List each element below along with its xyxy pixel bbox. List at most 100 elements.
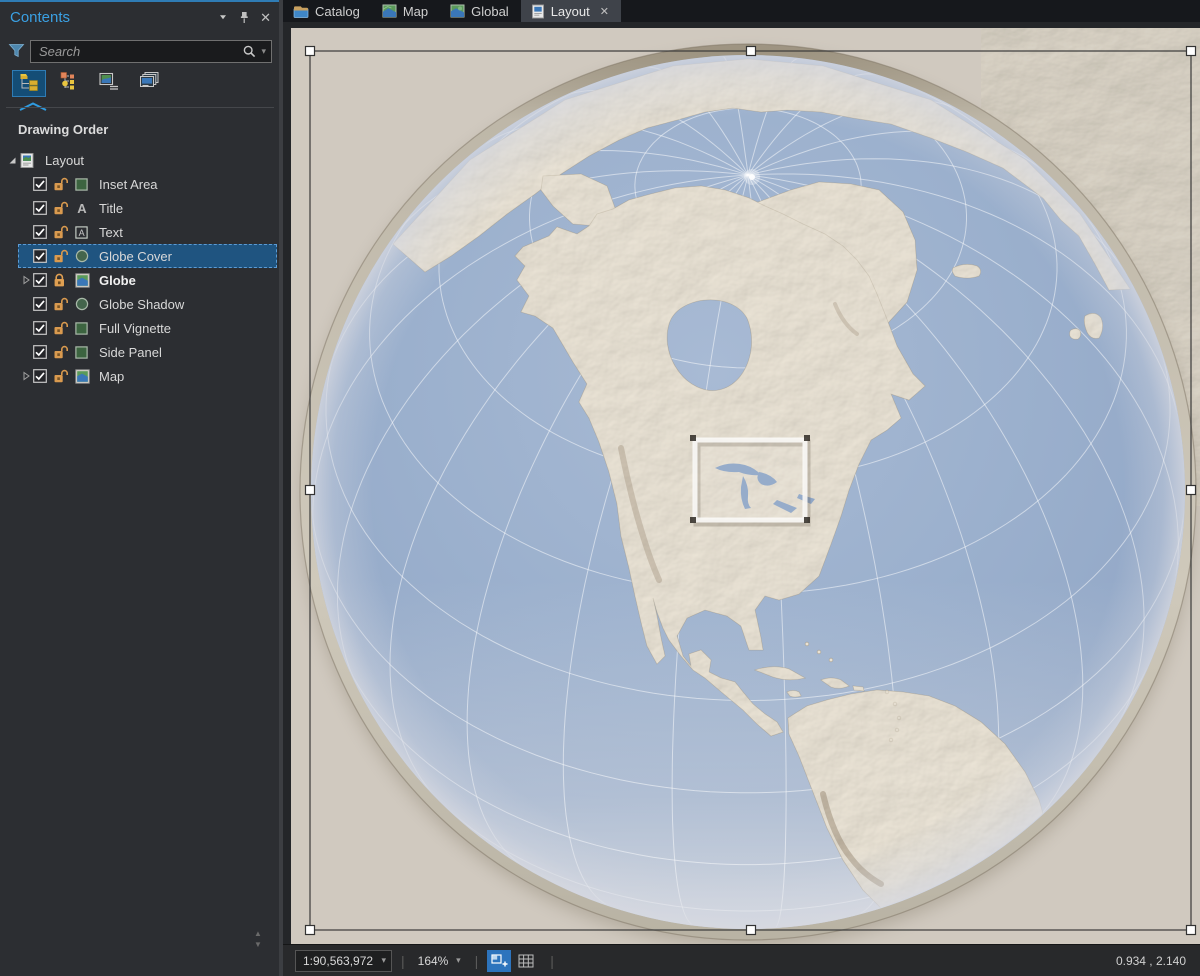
selection-handle[interactable] [745,45,757,57]
filter-icon[interactable] [8,43,25,64]
selection-handle[interactable] [304,924,316,936]
symbol-square-icon[interactable] [75,321,95,335]
zoom-level-value: 164% [417,953,449,968]
search-row: Search ▾ [0,38,279,66]
inset-area-frame[interactable] [690,435,811,527]
selection-handle[interactable] [304,45,316,57]
panel-title: Contents [10,8,71,26]
list-by-element-type-button[interactable] [52,70,86,97]
layer-label: Globe [99,272,136,288]
list-by-map-view-icon [98,71,120,96]
tab-catalog[interactable]: Catalog [283,0,372,22]
lock-open-icon[interactable] [53,345,75,360]
selection-handle[interactable] [745,924,757,936]
selection-handle[interactable] [304,484,316,496]
layer-label: Globe Shadow [99,296,185,312]
visibility-checkbox[interactable] [33,177,53,191]
tab-map[interactable]: Map [372,0,440,22]
list-by-drawing-order-button[interactable] [12,70,46,97]
layout-page[interactable] [291,28,1200,944]
mapframe-icon[interactable] [75,272,95,288]
scale-caret-icon: ▾ [381,955,386,965]
mapframe-icon[interactable] [75,368,95,384]
zoom-level-combobox[interactable]: 164% ▾ [414,950,466,972]
visibility-checkbox[interactable] [33,345,53,359]
layer-row-globe-shadow[interactable]: Globe Shadow [18,292,277,316]
layout-snapping-toggle-button[interactable] [487,949,512,972]
layer-row-globe[interactable]: Globe [18,268,277,292]
expander-collapsed-icon[interactable] [19,371,33,381]
layer-row-map[interactable]: Map [18,364,277,388]
search-placeholder: Search [39,44,81,59]
visibility-checkbox[interactable] [33,201,53,215]
lock-closed-icon[interactable] [53,273,75,288]
layer-row-text[interactable]: A Text [18,220,277,244]
symbol-square-icon[interactable] [75,345,95,359]
statusbar-separator: | [550,952,554,969]
layer-tree: Layout Inset Area A Title A Text Globe Cover Gl… [0,148,279,388]
list-by-slides-button[interactable] [132,70,166,97]
visibility-checkbox[interactable] [33,369,53,383]
layer-label: Map [99,368,125,384]
layer-row-title[interactable]: A Title [18,196,277,220]
globe-icon [450,4,465,18]
layer-label: Title [99,200,124,216]
panel-scrollbar[interactable]: ▲ ▼ [252,928,264,950]
layout-view: Catalog Map Global Layout ✕ 1:90,563,972… [283,0,1200,976]
lock-open-icon[interactable] [53,225,75,240]
lock-open-icon[interactable] [53,297,75,312]
list-by-slides-icon [138,71,160,96]
selection-handle[interactable] [1185,484,1197,496]
search-input[interactable]: Search ▾ [30,40,272,63]
catalog-icon [293,4,309,19]
selection-handle[interactable] [1185,924,1197,936]
search-options-caret-icon[interactable]: ▾ [261,46,266,57]
visibility-checkbox[interactable] [33,273,53,287]
visibility-checkbox[interactable] [33,249,53,263]
symbol-square-icon[interactable] [75,177,95,191]
layer-row-side-panel[interactable]: Side Panel [18,340,277,364]
statusbar-separator: | [401,952,405,969]
symbol-text-icon[interactable]: A [75,201,95,216]
layer-row-full-vignette[interactable]: Full Vignette [18,316,277,340]
selection-handle[interactable] [1185,45,1197,57]
lock-open-icon[interactable] [53,201,75,216]
visibility-checkbox[interactable] [33,321,53,335]
symbol-circle-icon[interactable] [75,297,95,311]
panel-header: Contents ✕ [0,2,279,32]
symbol-circle-icon[interactable] [75,249,95,263]
layer-row-layout[interactable]: Layout [4,148,277,172]
panel-menu-caret-icon[interactable] [218,12,228,22]
grid-toggle-button[interactable] [514,950,538,972]
pin-icon[interactable] [238,11,250,24]
map-icon [382,4,397,18]
search-icon[interactable] [242,44,257,59]
close-icon[interactable]: ✕ [260,11,271,24]
layer-row-globe-cover[interactable]: Globe Cover [18,244,277,268]
list-by-map-view-button[interactable] [92,70,126,97]
lock-open-icon[interactable] [53,321,75,336]
symbol-textbox-icon[interactable]: A [75,225,95,239]
tab-label: Catalog [315,3,360,19]
expander-collapsed-icon[interactable] [19,275,33,285]
map-scale-combobox[interactable]: 1:90,563,972 ▾ [295,949,392,972]
expander-expanded-icon[interactable] [5,155,19,165]
lock-open-icon[interactable] [53,177,75,192]
layer-label: Full Vignette [99,320,172,336]
tab-layout[interactable]: Layout ✕ [520,0,621,22]
layer-label: Side Panel [99,344,162,360]
tab-label: Map [402,3,429,19]
lock-open-icon[interactable] [53,249,75,264]
lock-open-icon[interactable] [53,369,75,384]
layout-canvas[interactable] [283,22,1200,944]
tab-close-icon[interactable]: ✕ [600,5,609,18]
visibility-checkbox[interactable] [33,225,53,239]
status-bar: 1:90,563,972 ▾ | 164% ▾ | | 0.934 , 2.14… [283,944,1200,976]
layer-row-inset-area[interactable]: Inset Area [18,172,277,196]
layer-label: Text [99,224,123,240]
tab-label: Layout [550,3,590,19]
list-by-element-type-icon [59,71,79,96]
tab-global[interactable]: Global [440,0,521,22]
visibility-checkbox[interactable] [33,297,53,311]
layer-label: Layout [45,152,85,168]
